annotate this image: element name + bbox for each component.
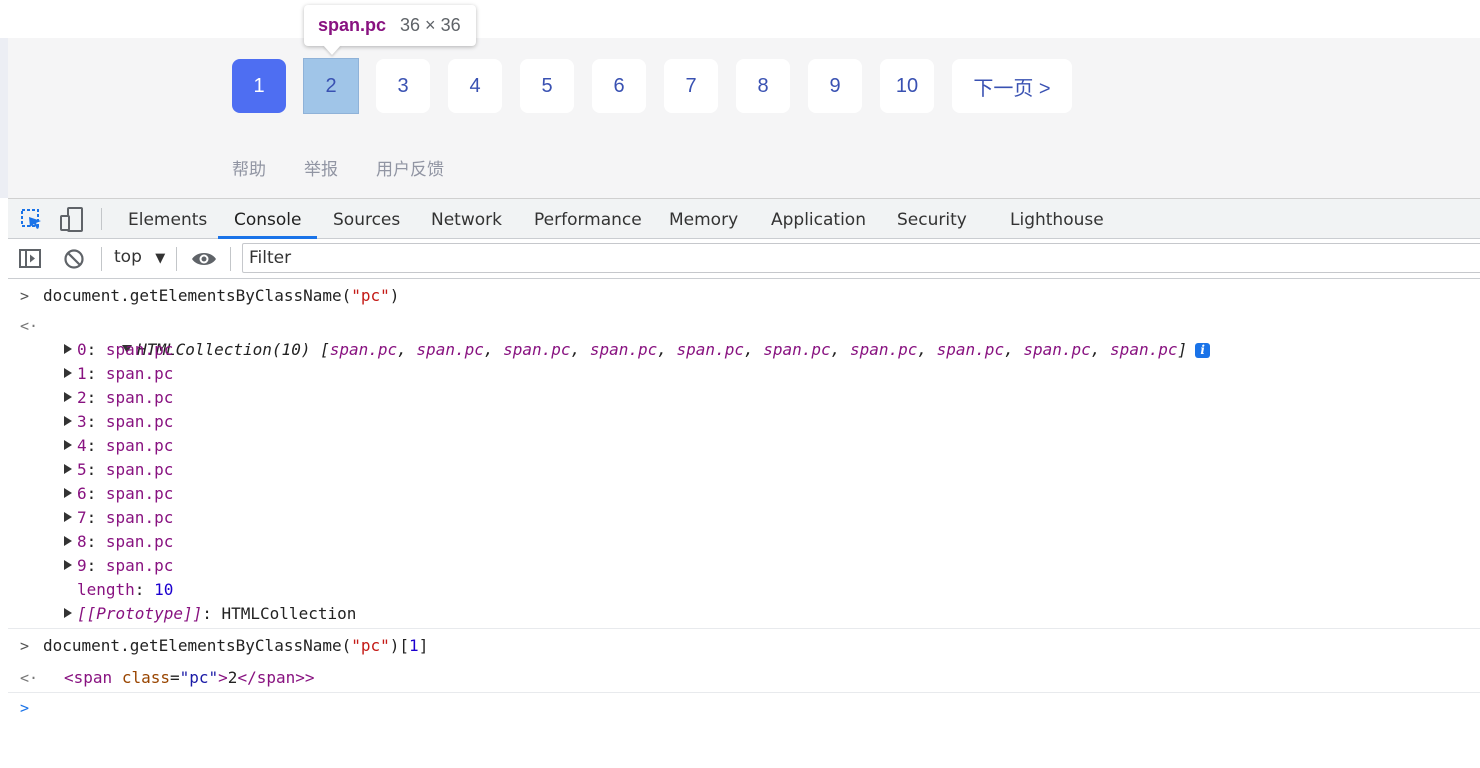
expand-triangle-icon[interactable]	[64, 440, 72, 450]
show-sidebar-icon[interactable]	[19, 248, 41, 274]
expand-triangle-icon[interactable]	[64, 488, 72, 498]
command-text: document.getElementsByClassName("pc")[1]	[43, 636, 429, 655]
expand-triangle-icon[interactable]	[64, 416, 72, 426]
tooltip-selector: span.pc	[318, 15, 387, 35]
collection-length: length: 10	[77, 580, 174, 599]
expand-triangle-icon[interactable]	[64, 464, 72, 474]
page-1-button[interactable]: 1	[232, 59, 286, 113]
expand-triangle-icon[interactable]	[64, 536, 72, 546]
tab-elements[interactable]: Elements	[128, 199, 207, 239]
console-prompt[interactable]: >	[8, 696, 1480, 720]
clear-console-icon[interactable]	[63, 248, 85, 274]
next-page-button[interactable]: 下一页 >	[952, 59, 1072, 113]
result-arrow-icon: <·	[20, 669, 39, 687]
page-4-button[interactable]: 4	[448, 59, 502, 113]
expand-triangle-icon[interactable]	[64, 560, 72, 570]
collection-entry[interactable]: 0: span.pc	[8, 338, 1480, 362]
page-left-edge	[0, 38, 8, 198]
tooltip-arrow	[323, 45, 341, 55]
collection-prototype[interactable]: [[Prototype]]: HTMLCollection	[8, 602, 1480, 626]
prompt-chevron-icon: >	[20, 699, 30, 717]
toolbar-separator	[230, 247, 231, 271]
collection-entry[interactable]: 5: span.pc	[8, 458, 1480, 482]
live-expression-eye-icon[interactable]	[191, 248, 217, 274]
tab-lighthouse[interactable]: Lighthouse	[1010, 199, 1104, 239]
console-result-line[interactable]: <· HTMLCollection(10) [span.pc, span.pc,…	[8, 314, 1480, 359]
result-arrow-icon: <·	[20, 317, 39, 335]
toolbar-separator	[101, 247, 102, 271]
devtools-tab-bar: Elements Console Sources Network Perform…	[8, 198, 1480, 239]
console-output: > document.getElementsByClassName("pc") …	[8, 280, 1480, 741]
input-prompt-icon: >	[20, 637, 30, 655]
feedback-link[interactable]: 用户反馈	[376, 155, 444, 180]
console-toolbar: top ▼	[8, 239, 1480, 279]
tab-console[interactable]: Console	[234, 199, 302, 239]
console-filter-input[interactable]	[242, 243, 1480, 273]
chevron-down-icon: ▼	[155, 251, 166, 266]
inspect-tooltip: span.pc 36 × 36	[304, 5, 476, 46]
page-6-button[interactable]: 6	[592, 59, 646, 113]
tab-sources[interactable]: Sources	[333, 199, 400, 239]
report-link[interactable]: 举报	[304, 155, 338, 180]
execution-context-select[interactable]: top ▼	[114, 247, 165, 267]
tab-performance[interactable]: Performance	[534, 199, 642, 239]
tab-memory[interactable]: Memory	[669, 199, 738, 239]
help-link[interactable]: 帮助	[232, 155, 266, 180]
collection-entry[interactable]: 3: span.pc	[8, 410, 1480, 434]
tooltip-size: 36 × 36	[400, 15, 461, 35]
collection-entry[interactable]: 1: span.pc	[8, 362, 1480, 386]
tab-security[interactable]: Security	[897, 199, 967, 239]
console-input-line[interactable]: > document.getElementsByClassName("pc")	[8, 284, 1480, 308]
toolbar-separator	[176, 247, 177, 271]
page-5-button[interactable]: 5	[520, 59, 574, 113]
element-node[interactable]: <span class="pc">2</span>>	[64, 666, 315, 690]
tab-application[interactable]: Application	[771, 199, 866, 239]
console-input-line[interactable]: > document.getElementsByClassName("pc")[…	[8, 634, 1480, 658]
collection-entry[interactable]: 7: span.pc	[8, 506, 1480, 530]
command-text: document.getElementsByClassName("pc")	[43, 286, 400, 305]
devtools-panel: Elements Console Sources Network Perform…	[8, 198, 1480, 741]
collection-entry[interactable]: 4: span.pc	[8, 434, 1480, 458]
web-page-viewport: 1 2 3 4 5 6 7 8 9 10 下一页 > 帮助 举报 用户反馈 sp…	[0, 0, 1480, 198]
expand-triangle-icon[interactable]	[64, 368, 72, 378]
console-divider	[8, 628, 1480, 629]
inspect-element-icon[interactable]	[20, 208, 44, 236]
expand-triangle-icon[interactable]	[64, 392, 72, 402]
collection-entry[interactable]: 6: span.pc	[8, 482, 1480, 506]
page-2-button[interactable]: 2	[303, 58, 359, 114]
collection-entry[interactable]: 9: span.pc	[8, 554, 1480, 578]
tab-bar-separator	[101, 208, 102, 230]
page-7-button[interactable]: 7	[664, 59, 718, 113]
collection-entry[interactable]: 8: span.pc	[8, 530, 1480, 554]
device-toolbar-icon[interactable]	[60, 207, 84, 237]
expand-triangle-icon[interactable]	[64, 608, 72, 618]
page-3-button[interactable]: 3	[376, 59, 430, 113]
page-10-button[interactable]: 10	[880, 59, 934, 113]
expand-triangle-icon[interactable]	[64, 344, 72, 354]
tab-network[interactable]: Network	[431, 199, 502, 239]
console-divider	[8, 692, 1480, 693]
page-8-button[interactable]: 8	[736, 59, 790, 113]
page-9-button[interactable]: 9	[808, 59, 862, 113]
context-value: top	[114, 247, 142, 267]
collection-entry[interactable]: 2: span.pc	[8, 386, 1480, 410]
expand-triangle-icon[interactable]	[64, 512, 72, 522]
console-result-line[interactable]: <· <span class="pc">2</span>>	[8, 666, 1480, 690]
input-prompt-icon: >	[20, 287, 30, 305]
